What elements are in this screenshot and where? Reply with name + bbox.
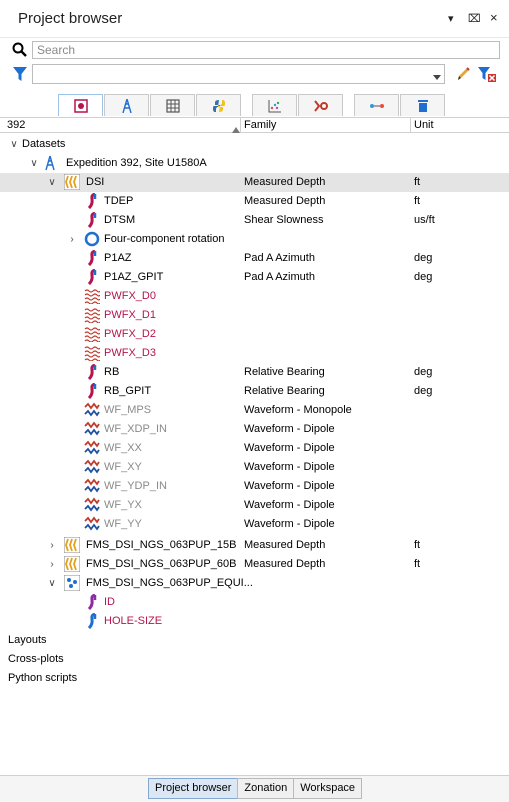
title-bar: Project browser ▾ ⌧ ×	[0, 0, 509, 38]
tab-zonation[interactable]: Zonation	[237, 778, 295, 799]
tree-row-wf-ydp-in[interactable]: WF_YDP_IN Waveform - Dipole	[0, 477, 509, 496]
trash-icon[interactable]	[400, 94, 445, 116]
expand-chevron-icon[interactable]: ∨	[46, 173, 58, 192]
dataset-icon	[63, 555, 81, 573]
tree-row-datasets[interactable]: ∨ Datasets	[0, 135, 509, 154]
family-column-header[interactable]: Family	[240, 118, 410, 132]
waveform-array-icon	[84, 288, 101, 305]
search-input[interactable]: Search	[32, 41, 500, 59]
edit-pencil-icon[interactable]	[455, 65, 471, 83]
tree-row-fms-60b[interactable]: › FMS_DSI_NGS_063PUP_60B Measured Depth …	[0, 555, 509, 574]
tree-row-pwfx-d2[interactable]: PWFX_D2	[0, 325, 509, 344]
waveform-array-icon	[84, 326, 101, 343]
close-icon[interactable]: ×	[490, 10, 498, 25]
tree-row-pwfx-d3[interactable]: PWFX_D3	[0, 344, 509, 363]
tree-row-pwfx-d1[interactable]: PWFX_D1	[0, 306, 509, 325]
tab-project-browser[interactable]: Project browser	[148, 778, 239, 799]
waveform-icon	[84, 402, 100, 418]
tree-row-wf-xy[interactable]: WF_XY Waveform - Dipole	[0, 458, 509, 477]
dataset-icon	[63, 536, 81, 554]
tree-row-hole-size[interactable]: HOLE-SIZE	[0, 612, 509, 631]
crossplot-icon[interactable]	[252, 94, 297, 116]
tree-row-fms-equi[interactable]: ∨ FMS_DSI_NGS_063PUP_EQUI...	[0, 574, 509, 593]
sort-up-icon	[232, 122, 240, 133]
expand-chevron-icon[interactable]: ›	[46, 555, 58, 574]
name-column-header[interactable]: 392	[4, 118, 25, 132]
waveform-icon	[84, 421, 100, 437]
tree-row-pwfx-d0[interactable]: PWFX_D0	[0, 287, 509, 306]
python-icon[interactable]	[196, 94, 241, 116]
log-curve-icon	[84, 192, 100, 210]
column-header-bar: 392 Family Unit	[0, 117, 509, 133]
tree-row-four-component[interactable]: › Four-component rotation	[0, 230, 509, 249]
dropdown-icon[interactable]: ▾	[448, 12, 454, 25]
tree-row-p1az-gpit[interactable]: P1AZ_GPIT Pad A Azimuth deg	[0, 268, 509, 287]
expand-chevron-icon[interactable]: ∨	[8, 135, 20, 154]
tree-row-tdep[interactable]: TDEP Measured Depth ft	[0, 192, 509, 211]
waveform-icon	[84, 497, 100, 513]
tree-row-layouts[interactable]: Layouts	[0, 631, 509, 650]
connector-icon[interactable]	[354, 94, 399, 116]
tree-row-wf-yx[interactable]: WF_YX Waveform - Dipole	[0, 496, 509, 515]
expand-chevron-icon[interactable]: ∨	[28, 154, 40, 173]
chevron-down-icon[interactable]	[433, 70, 441, 80]
filter-row	[0, 63, 509, 85]
filter-icon[interactable]	[12, 65, 28, 83]
tree-row-expedition[interactable]: ∨ Expedition 392, Site U1580A	[0, 154, 509, 173]
log-curve-icon	[84, 612, 100, 630]
tree-row-wf-yy[interactable]: WF_YY Waveform - Dipole	[0, 515, 509, 534]
tree-row-wf-xdp-in[interactable]: WF_XDP_IN Waveform - Dipole	[0, 420, 509, 439]
tree-row-dtsm[interactable]: DTSM Shear Slowness us/ft	[0, 211, 509, 230]
tree-row-cross-plots[interactable]: Cross-plots	[0, 650, 509, 669]
unit-column-header[interactable]: Unit	[410, 118, 505, 132]
waveform-icon	[84, 459, 100, 475]
waveform-icon	[84, 440, 100, 456]
rotation-circle-icon	[84, 231, 100, 247]
waveform-array-icon	[84, 345, 101, 362]
expand-chevron-icon[interactable]: ∨	[46, 574, 58, 593]
expand-chevron-icon[interactable]: ›	[66, 230, 78, 249]
waveform-icon	[84, 478, 100, 494]
clear-filter-icon[interactable]	[477, 65, 497, 83]
log-curve-icon	[84, 249, 100, 267]
zonation-icon[interactable]	[298, 94, 343, 116]
panel-title: Project browser	[18, 10, 123, 27]
log-curve-icon	[84, 382, 100, 400]
log-curve-icon	[84, 593, 100, 611]
filter-combobox[interactable]	[32, 64, 445, 84]
tree-row-fms-15b[interactable]: › FMS_DSI_NGS_063PUP_15B Measured Depth …	[0, 536, 509, 555]
tree-row-python-scripts[interactable]: Python scripts	[0, 669, 509, 688]
float-icon[interactable]: ⌧	[468, 12, 481, 25]
search-row: Search	[0, 40, 509, 62]
tree-row-p1az[interactable]: P1AZ Pad A Azimuth deg	[0, 249, 509, 268]
points-dataset-icon	[63, 574, 81, 592]
expand-chevron-icon[interactable]: ›	[46, 536, 58, 555]
well-log-icon[interactable]	[58, 94, 103, 116]
tree-row-rb-gpit[interactable]: RB_GPIT Relative Bearing deg	[0, 382, 509, 401]
table-icon[interactable]	[150, 94, 195, 116]
tree-row-rb[interactable]: RB Relative Bearing deg	[0, 363, 509, 382]
tower-icon[interactable]	[104, 94, 149, 116]
log-curve-icon	[84, 211, 100, 229]
dataset-icon	[63, 173, 81, 191]
tree-row-wf-mps[interactable]: WF_MPS Waveform - Monopole	[0, 401, 509, 420]
bottom-tabs: Project browser Zonation Workspace	[148, 778, 363, 799]
tab-workspace[interactable]: Workspace	[293, 778, 363, 799]
search-icon	[12, 41, 28, 59]
log-curve-icon	[84, 363, 100, 381]
log-curve-icon	[84, 268, 100, 286]
object-type-toolbar	[0, 94, 509, 116]
tree-row-wf-xx[interactable]: WF_XX Waveform - Dipole	[0, 439, 509, 458]
waveform-array-icon	[84, 307, 101, 324]
waveform-icon	[84, 516, 100, 532]
well-tower-icon	[42, 155, 58, 171]
tree-row-dsi[interactable]: ∨ DSI Measured Depth ft	[0, 173, 509, 192]
tree-row-id[interactable]: ID	[0, 593, 509, 612]
